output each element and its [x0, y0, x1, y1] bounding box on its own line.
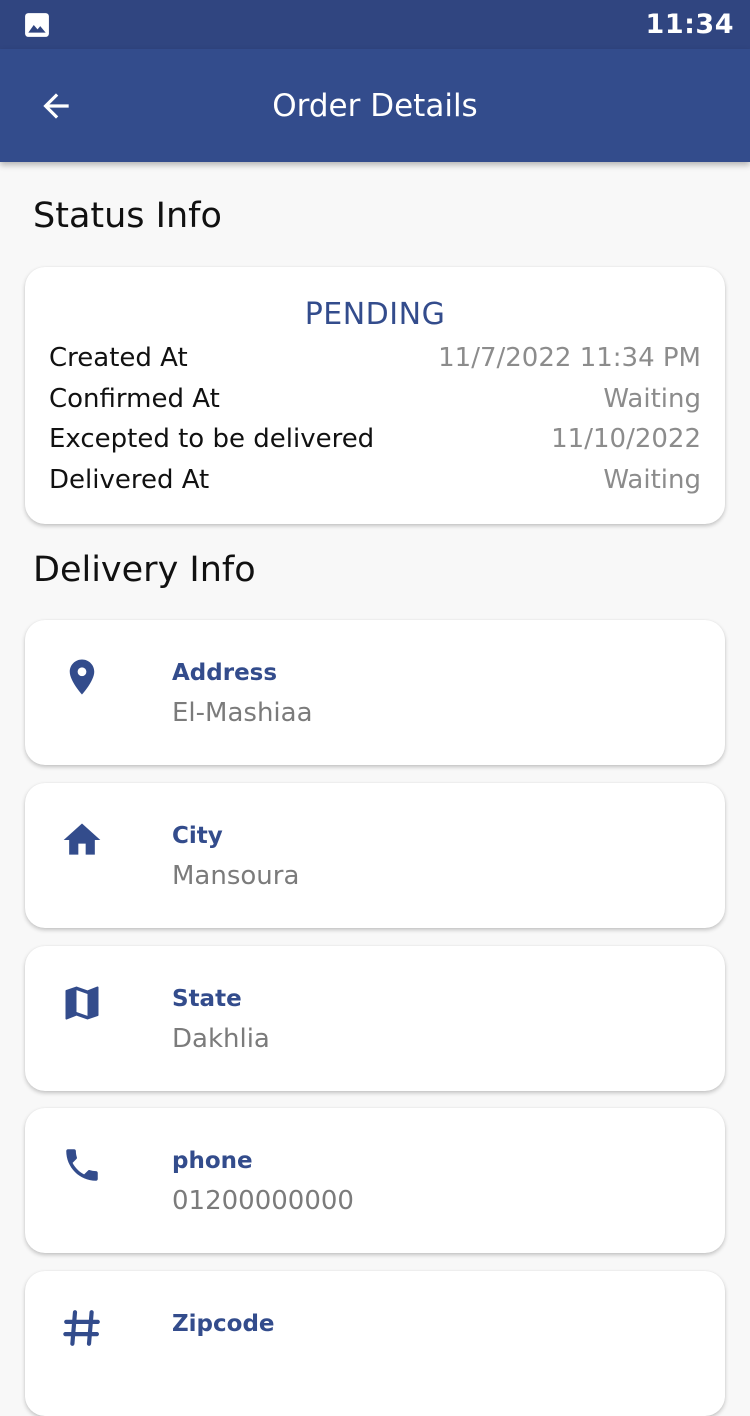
- status-row-delivered: Delivered At Waiting: [49, 460, 701, 500]
- zipcode-label: Zipcode: [172, 1311, 275, 1337]
- state-label: State: [172, 986, 242, 1012]
- status-row-created: Created At 11/7/2022 11:34 PM: [49, 338, 701, 378]
- map-icon: [59, 980, 105, 1026]
- location-pin-icon: [59, 654, 105, 700]
- address-card[interactable]: Address El-Mashiaa: [25, 620, 725, 765]
- delivery-info-heading: Delivery Info: [33, 550, 256, 590]
- status-bar: 11:34: [0, 0, 750, 49]
- state-card[interactable]: State Dakhlia: [25, 946, 725, 1091]
- status-row-value: Waiting: [603, 384, 701, 414]
- city-label: City: [172, 823, 223, 849]
- phone-icon: [59, 1142, 105, 1188]
- address-value: El-Mashiaa: [172, 698, 313, 728]
- phone-card[interactable]: phone 01200000000: [25, 1108, 725, 1253]
- back-button[interactable]: [36, 86, 76, 126]
- arrow-back-icon: [43, 93, 69, 119]
- phone-value: 01200000000: [172, 1186, 354, 1216]
- page-title: Order Details: [272, 87, 478, 124]
- status-row-label: Confirmed At: [49, 384, 220, 414]
- order-status-badge: PENDING: [304, 297, 446, 332]
- phone-label: phone: [172, 1148, 253, 1174]
- zipcode-card[interactable]: Zipcode: [25, 1271, 725, 1416]
- status-row-label: Created At: [49, 343, 188, 373]
- status-info-heading: Status Info: [33, 196, 222, 236]
- home-icon: [59, 817, 105, 863]
- status-time: 11:34: [645, 9, 734, 40]
- status-row-value: 11/10/2022: [551, 424, 701, 454]
- city-card[interactable]: City Mansoura: [25, 783, 725, 928]
- state-value: Dakhlia: [172, 1024, 270, 1054]
- city-value: Mansoura: [172, 861, 300, 891]
- status-row-value: Waiting: [603, 465, 701, 495]
- status-card: PENDING Created At 11/7/2022 11:34 PM Co…: [25, 267, 725, 524]
- hash-icon: [59, 1305, 105, 1351]
- status-row-value: 11/7/2022 11:34 PM: [438, 343, 701, 373]
- address-label: Address: [172, 660, 278, 686]
- status-row-label: Excepted to be delivered: [49, 424, 375, 454]
- status-row-label: Delivered At: [49, 465, 210, 495]
- app-bar: Order Details: [0, 49, 750, 162]
- status-row-confirmed: Confirmed At Waiting: [49, 379, 701, 419]
- image-icon: [25, 12, 49, 37]
- status-row-expected: Excepted to be delivered 11/10/2022: [49, 419, 701, 459]
